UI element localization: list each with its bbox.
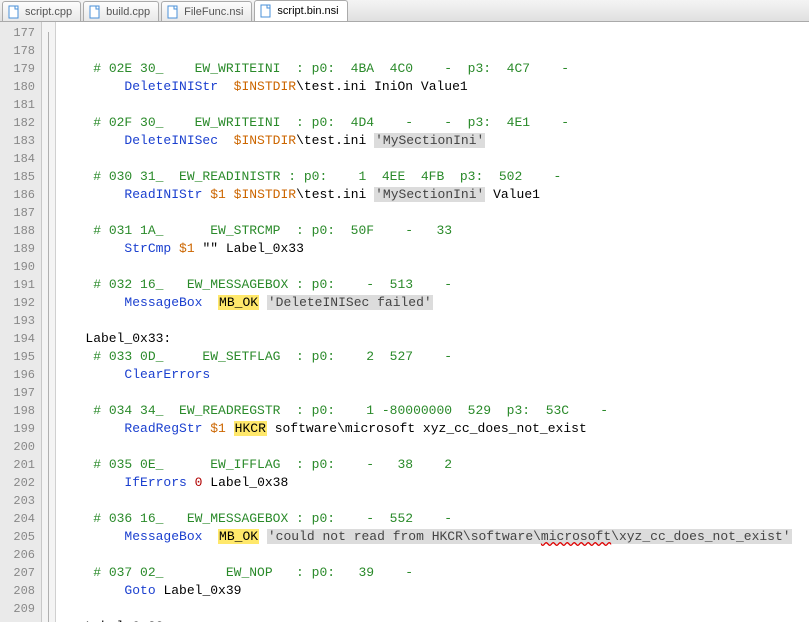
code-line: # 030 31_ EW_READINISTR : p0: 1 4EE 4FB …	[62, 169, 561, 184]
file-icon	[7, 5, 21, 19]
tab-script-bin-nsi[interactable]: script.bin.nsi	[254, 0, 347, 21]
file-icon	[166, 5, 180, 19]
code-line: # 02F 30_ EW_WRITEINI : p0: 4D4 - - p3: …	[62, 115, 569, 130]
code-line: ReadINIStr $1 $INSTDIR\test.ini 'MySecti…	[62, 187, 540, 202]
code-line: # 036 16_ EW_MESSAGEBOX : p0: - 552 -	[62, 511, 452, 526]
tab-script-cpp[interactable]: script.cpp	[2, 1, 81, 21]
editor-area: 177 178 179 180 181 182 183 184 185 186 …	[0, 22, 809, 622]
code-line: Goto Label_0x39	[62, 583, 241, 598]
code-line: # 035 0E_ EW_IFFLAG : p0: - 38 2	[62, 457, 452, 472]
code-line: ReadRegStr $1 HKCR software\microsoft xy…	[62, 421, 587, 436]
fold-margin[interactable]	[42, 22, 56, 622]
code-line: # 033 0D_ EW_SETFLAG : p0: 2 527 -	[62, 349, 452, 364]
tab-filefunc-nsi[interactable]: FileFunc.nsi	[161, 1, 252, 21]
code-line: # 02E 30_ EW_WRITEINI : p0: 4BA 4C0 - p3…	[62, 61, 569, 76]
code-content[interactable]: # 02E 30_ EW_WRITEINI : p0: 4BA 4C0 - p3…	[56, 22, 809, 622]
code-line: MessageBox MB_OK 'DeleteINISec failed'	[62, 295, 433, 310]
code-line: # 034 34_ EW_READREGSTR : p0: 1 -8000000…	[62, 403, 608, 418]
fold-guide-line	[48, 32, 49, 622]
code-line: # 037 02_ EW_NOP : p0: 39 -	[62, 565, 413, 580]
tab-label: FileFunc.nsi	[184, 6, 243, 18]
code-line: # 031 1A_ EW_STRCMP : p0: 50F - 33	[62, 223, 452, 238]
code-line: ClearErrors	[62, 367, 210, 382]
tab-bar: script.cpp build.cpp FileFunc.nsi script…	[0, 0, 809, 22]
tab-label: build.cpp	[106, 6, 150, 18]
code-line: DeleteINIStr $INSTDIR\test.ini IniOn Val…	[62, 79, 468, 94]
code-line: MessageBox MB_OK 'could not read from HK…	[62, 529, 792, 544]
code-line: IfErrors 0 Label_0x38	[62, 475, 288, 490]
code-line: Label_0x33:	[62, 331, 171, 346]
file-icon	[259, 4, 273, 18]
tab-label: script.bin.nsi	[277, 5, 338, 17]
code-line: # 032 16_ EW_MESSAGEBOX : p0: - 513 -	[62, 277, 452, 292]
file-icon	[88, 5, 102, 19]
tab-label: script.cpp	[25, 6, 72, 18]
line-number-gutter: 177 178 179 180 181 182 183 184 185 186 …	[0, 22, 42, 622]
code-line: StrCmp $1 "" Label_0x33	[62, 241, 304, 256]
code-line: DeleteINISec $INSTDIR\test.ini 'MySectio…	[62, 133, 485, 148]
tab-build-cpp[interactable]: build.cpp	[83, 1, 159, 21]
